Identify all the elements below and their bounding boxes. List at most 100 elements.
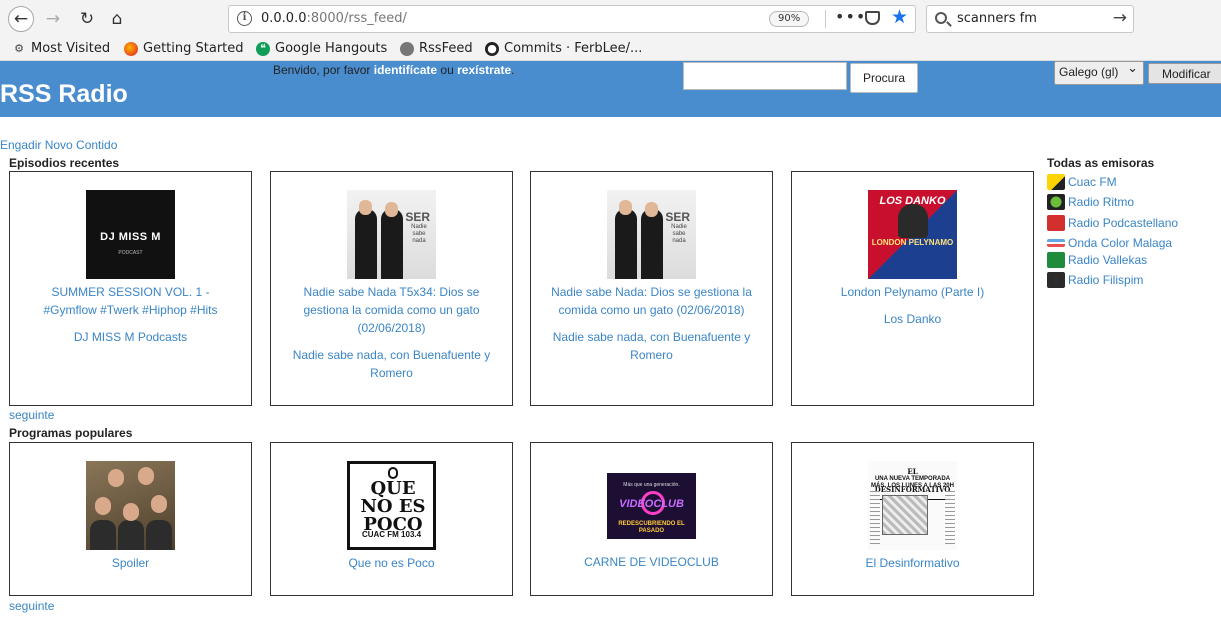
artwork-figure [645, 202, 658, 217]
artwork-figure [870, 491, 880, 546]
browser-search-query[interactable]: scanners fm [957, 11, 1037, 26]
bookmark-most-visited[interactable]: ⚙ Most Visited [12, 41, 110, 56]
onda-color-logo-icon [1047, 239, 1065, 247]
zoom-badge[interactable]: 90% [769, 11, 810, 27]
episode-artwork[interactable]: SER Nadie sabe nada [607, 190, 696, 279]
home-button[interactable]: ⌂ [104, 6, 130, 32]
forward-button[interactable]: → [40, 6, 66, 32]
artwork-figure [882, 495, 928, 535]
program-card[interactable]: QUE NO ES POCO CUAC FM 103.4 Que no es P… [270, 442, 513, 596]
program-card[interactable]: Más que una generación. VIDEOCLUB REDESC… [530, 442, 773, 596]
artwork-subtext: Nadie sabe nada [671, 224, 687, 244]
artwork-text: VIDEOCLUB [619, 498, 684, 510]
station-radio-filispim[interactable]: Radio Filispim [1047, 271, 1143, 289]
program-artwork[interactable] [86, 461, 175, 550]
artwork-figure [385, 202, 398, 217]
program-artwork[interactable]: Más que una generación. VIDEOCLUB REDESC… [607, 473, 696, 539]
popular-programs-title: Programas populares [9, 426, 133, 440]
episode-artwork[interactable]: SER Nadie sabe nada [347, 190, 436, 279]
radio-filispim-logo-icon [1047, 272, 1065, 288]
url-host: 0.0.0.0 [261, 11, 307, 26]
episode-program[interactable]: Los Danko [806, 310, 1019, 328]
recent-next-link[interactable]: seguinte [9, 408, 54, 422]
bookmark-label: RssFeed [419, 41, 473, 56]
artwork-figure [146, 520, 172, 550]
address-bar[interactable]: i 0.0.0.0:8000/rss_feed/ 90% ••• ★ [228, 5, 916, 33]
bookmark-label: Google Hangouts [275, 41, 388, 56]
more-actions-icon[interactable]: ••• [835, 7, 866, 26]
cuac-fm-logo-icon [1047, 174, 1065, 190]
url-path: :8000/rss_feed/ [306, 11, 407, 26]
artwork-figure [90, 520, 116, 550]
episode-title[interactable]: Nadie sabe Nada T5x34: Dios se gestiona … [285, 283, 498, 337]
bookmark-star-icon[interactable]: ★ [891, 6, 908, 28]
episode-title[interactable]: London Pelynamo (Parte I) [806, 283, 1019, 301]
bookmark-google-hangouts[interactable]: ❝ Google Hangouts [256, 41, 387, 56]
program-title[interactable]: El Desinformativo [806, 554, 1019, 572]
site-header: RSS Radio Benvido, por favor identifícat… [0, 60, 1221, 117]
bookmark-commits[interactable]: ● Commits · FerbLee/... [485, 41, 642, 56]
episode-artwork[interactable]: DJ MISS M PODCAST [86, 190, 175, 279]
bookmark-getting-started[interactable]: Getting Started [124, 41, 244, 56]
episode-program[interactable]: Nadie sabe nada, con Buenafuente y Romer… [285, 346, 498, 382]
program-card[interactable]: EL DESINFORMATIVO UNA NUEVA TEMPORADA MÁ… [791, 442, 1034, 596]
hangouts-icon: ❝ [256, 41, 270, 56]
globe-icon [400, 41, 414, 56]
artwork-figure [945, 491, 955, 546]
url-text[interactable]: 0.0.0.0:8000/rss_feed/ [261, 11, 407, 26]
station-onda-color-malaga[interactable]: Onda Color Malaga [1047, 234, 1172, 252]
back-button[interactable]: ← [8, 6, 34, 32]
reload-button[interactable]: ↻ [74, 6, 100, 32]
episode-card[interactable]: SER Nadie sabe nada Nadie sabe Nada T5x3… [270, 171, 513, 406]
pocket-icon[interactable] [865, 11, 880, 25]
artwork-figure [151, 495, 167, 513]
station-radio-ritmo[interactable]: Radio Ritmo [1047, 193, 1134, 211]
welcome-mid: ou [437, 63, 458, 77]
episode-card[interactable]: DJ MISS M PODCAST SUMMER SESSION VOL. 1 … [9, 171, 252, 406]
episode-program[interactable]: Nadie sabe nada, con Buenafuente y Romer… [545, 328, 758, 364]
station-cuac-fm[interactable]: Cuac FM [1047, 173, 1117, 191]
browser-search-bar[interactable]: scanners fm → [926, 5, 1134, 33]
program-title[interactable]: CARNE DE VIDEOCLUB [545, 553, 758, 571]
program-card[interactable]: Spoiler [9, 442, 252, 596]
site-brand[interactable]: RSS Radio [0, 80, 128, 109]
register-link[interactable]: rexístrate [457, 63, 511, 77]
modify-button[interactable]: Modificar [1148, 63, 1221, 84]
language-select[interactable]: Galego (gl) [1054, 60, 1144, 85]
artwork-figure [641, 209, 663, 279]
microphone-icon [1047, 215, 1065, 231]
reload-icon: ↻ [79, 9, 95, 29]
artwork-subtext: CUAC FM 103.4 [361, 530, 422, 539]
arrow-left-icon: ← [13, 9, 29, 29]
episode-card[interactable]: LOS DANKO LONDON PELYNAMO London Pelynam… [791, 171, 1034, 406]
program-title[interactable]: Spoiler [24, 554, 237, 572]
popular-next-link[interactable]: seguinte [9, 599, 54, 613]
station-name: Radio Podcastellano [1068, 216, 1179, 230]
program-title[interactable]: Que no es Poco [285, 554, 498, 572]
bookmark-rssfeed[interactable]: RssFeed [400, 41, 473, 56]
artwork-figure [118, 520, 144, 550]
firefox-icon [124, 41, 138, 56]
program-artwork[interactable]: EL DESINFORMATIVO UNA NUEVA TEMPORADA MÁ… [868, 461, 957, 550]
episode-program[interactable]: DJ MISS M Podcasts [24, 328, 237, 346]
station-name: Cuac FM [1068, 175, 1117, 189]
episode-card[interactable]: SER Nadie sabe nada Nadie sabe Nada: Dio… [530, 171, 773, 406]
artwork-subtext: Nadie sabe nada [411, 224, 427, 244]
episode-artwork[interactable]: LOS DANKO LONDON PELYNAMO [868, 190, 957, 279]
station-radio-podcastellano[interactable]: Radio Podcastellano [1047, 214, 1178, 232]
artwork-figure [138, 467, 154, 485]
add-content-link[interactable]: Engadir Novo Contido [0, 138, 117, 152]
artwork-subtext: UNA NUEVA TEMPORADA MÁS, LOS LUNES A LAS… [871, 476, 954, 489]
artwork-figure [355, 209, 377, 279]
site-search-input[interactable] [683, 62, 847, 90]
station-radio-vallekas[interactable]: Radio Vallekas [1047, 251, 1147, 269]
login-link[interactable]: identifícate [374, 63, 437, 77]
program-artwork[interactable]: QUE NO ES POCO CUAC FM 103.4 [347, 461, 436, 550]
github-icon: ● [485, 41, 499, 56]
episode-title[interactable]: Nadie sabe Nada: Dios se gestiona la com… [545, 283, 758, 319]
info-icon[interactable]: i [237, 11, 252, 26]
search-go-icon[interactable]: → [1113, 8, 1127, 28]
episode-title[interactable]: SUMMER SESSION VOL. 1 - #Gymflow #Twerk … [24, 283, 237, 319]
artwork-figure [108, 469, 124, 487]
search-button[interactable]: Procura [850, 63, 918, 93]
